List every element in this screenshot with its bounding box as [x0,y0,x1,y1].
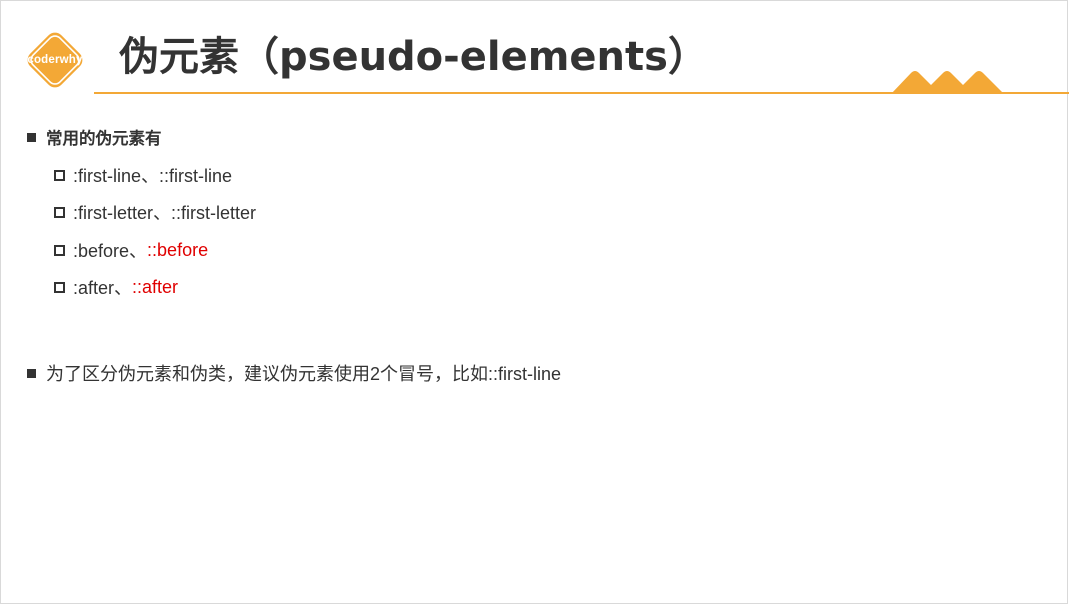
hollow-square-bullet-icon [54,206,65,218]
sub-item-highlight: ::before [147,239,209,260]
sub-item-before: :before、::before [54,237,208,263]
filled-square-bullet-icon [27,132,36,142]
sub-item-first-line: :first-line、::first-line [54,162,232,188]
bullet-common-pseudo-elements: 常用的伪元素有 [27,125,162,149]
sub-item-text: :before、 [73,241,148,261]
coderwhy-logo: coderwhy [19,24,91,96]
bullet-double-colon-advice: 为了区分伪元素和伪类，建议伪元素使用2个冒号，比如::first-line [27,360,561,386]
filled-square-bullet-icon [27,368,36,378]
sub-item-first-letter: :first-letter、::first-letter [54,199,256,225]
title-underline [94,92,1069,94]
sub-item-after: :after、::after [54,274,178,300]
bullet-text: 为了区分伪元素和伪类，建议伪元素使用2个冒号，比如::first-line [46,364,562,384]
slide: coderwhy 伪元素（pseudo-elements） 常用的伪元素有 :f… [0,0,1069,604]
hollow-square-bullet-icon [54,281,65,293]
bullet-text: 常用的伪元素有 [46,130,162,148]
hills-decoration-icon [891,71,1004,94]
sub-item-text: :after、 [73,278,133,298]
page-title: 伪元素（pseudo-elements） [119,34,708,80]
sub-item-text: :first-line、::first-line [73,166,233,186]
sub-item-text: :first-letter、::first-letter [73,203,257,223]
logo-text: coderwhy [27,54,83,66]
sub-item-highlight: ::after [132,276,179,297]
hollow-square-bullet-icon [54,244,65,256]
hollow-square-bullet-icon [54,169,65,181]
